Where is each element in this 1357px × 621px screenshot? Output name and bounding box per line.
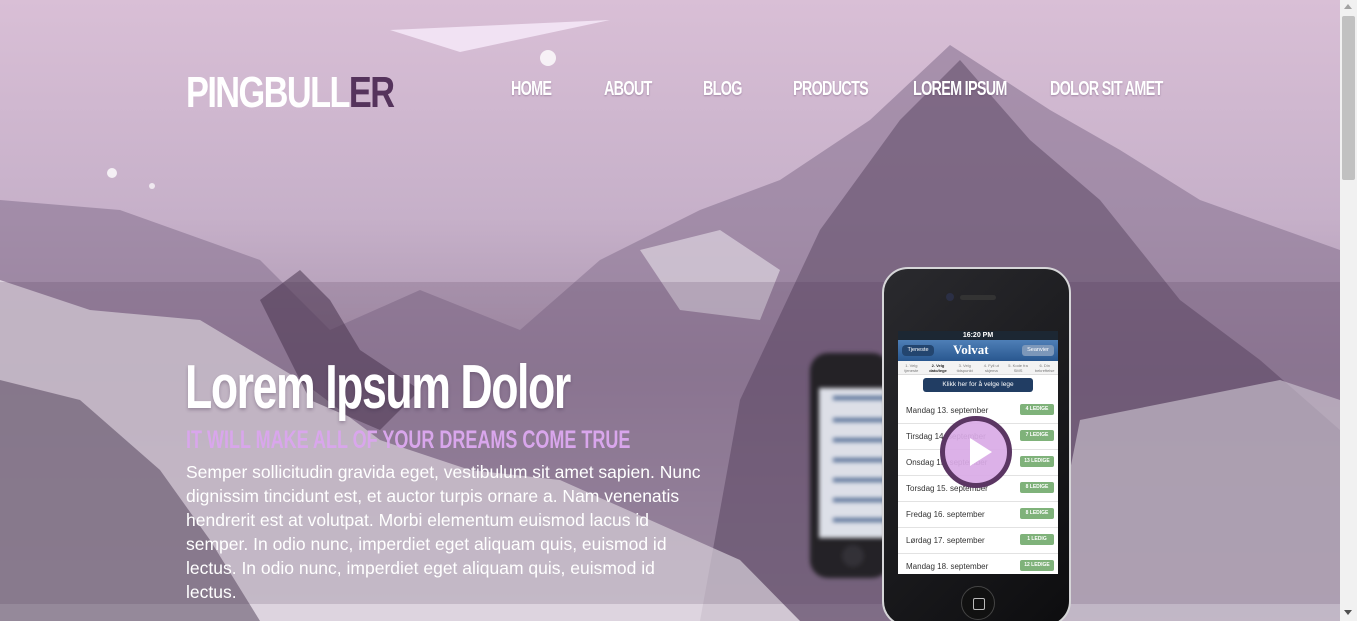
scrollbar-thumb[interactable] xyxy=(1342,16,1355,180)
phone-day-count: 1 LEDIG xyxy=(1020,534,1054,545)
phone-step: 6. Din bekreftelse xyxy=(1034,363,1055,373)
phone-status-time: 16:20 PM xyxy=(898,331,1058,340)
phone-day-date: Mandag 13. september xyxy=(906,406,989,415)
hero-body-text: Semper sollicitudin gravida eget, vestib… xyxy=(186,462,701,602)
phone-speaker xyxy=(960,295,996,300)
phone-back-button: Tjeneste xyxy=(902,345,934,356)
phone-day-row: Lørdag 17. september 1 LEDIG xyxy=(898,528,1058,554)
phone-step: 3. Velg tidspunkt xyxy=(956,363,973,373)
scroll-down-arrow-icon[interactable] xyxy=(1344,610,1352,615)
play-video-button[interactable] xyxy=(940,416,1012,488)
nav-item-products[interactable]: PRODUCTS xyxy=(793,78,869,101)
phone-step: 2. Velg dato/lege xyxy=(929,363,947,373)
play-icon xyxy=(970,438,992,466)
phone-day-count: 8 LEDIGE xyxy=(1020,482,1054,493)
phone-day-date: Lørdag 17. september xyxy=(906,536,985,545)
phone-pick-button: Klikk her for å velge lege xyxy=(923,378,1033,392)
scroll-up-arrow-icon[interactable] xyxy=(1344,4,1352,9)
phone-steps: 1. Velg tjeneste 2. Velg dato/lege 3. Ve… xyxy=(898,361,1058,375)
phone-day-count: 4 LEDIGE xyxy=(1020,404,1054,415)
phone-day-row: Fredag 16. september 8 LEDIGE xyxy=(898,502,1058,528)
phone-step: 4. Fyll ut skjema xyxy=(983,363,999,373)
phone-app-title: Volvat xyxy=(953,342,989,357)
hero-title: Lorem Ipsum Dolor xyxy=(185,353,571,422)
phone-day-row: Mandag 18. september 12 LEDIGE xyxy=(898,554,1058,574)
nav-item-dolor-sit-amet[interactable]: DOLOR SIT AMET xyxy=(1050,78,1163,101)
nav-item-blog[interactable]: BLOG xyxy=(703,78,742,101)
nav-item-home[interactable]: HOME xyxy=(511,78,552,101)
phone-day-date: Fredag 16. september xyxy=(906,510,985,519)
main-nav: HOME ABOUT BLOG PRODUCTS LOREM IPSUM DOL… xyxy=(0,78,1340,104)
phone-day-date: Mandag 18. september xyxy=(906,562,989,571)
page-scrollbar[interactable] xyxy=(1340,0,1357,621)
phone-day-count: 13 LEDIGE xyxy=(1020,456,1054,467)
phone-camera xyxy=(946,293,954,301)
nav-item-about[interactable]: ABOUT xyxy=(604,78,652,101)
phone-back-image xyxy=(810,353,890,578)
nav-item-lorem-ipsum[interactable]: LOREM IPSUM xyxy=(913,78,1007,101)
phone-right-button: Seanvier xyxy=(1022,345,1054,356)
phone-step: 1. Velg tjeneste xyxy=(904,363,919,373)
phone-day-count: 8 LEDIGE xyxy=(1020,508,1054,519)
phone-step: 5. Kode fra SMS xyxy=(1008,363,1028,373)
phone-app-bar: Tjeneste Volvat Seanvier xyxy=(898,340,1058,361)
hero-subtitle: IT WILL MAKE ALL OF YOUR DREAMS COME TRU… xyxy=(186,426,631,454)
home-button-icon xyxy=(961,586,995,620)
phone-day-count: 7 LEDIGE xyxy=(1020,430,1054,441)
phone-day-count: 12 LEDIGE xyxy=(1020,560,1054,571)
